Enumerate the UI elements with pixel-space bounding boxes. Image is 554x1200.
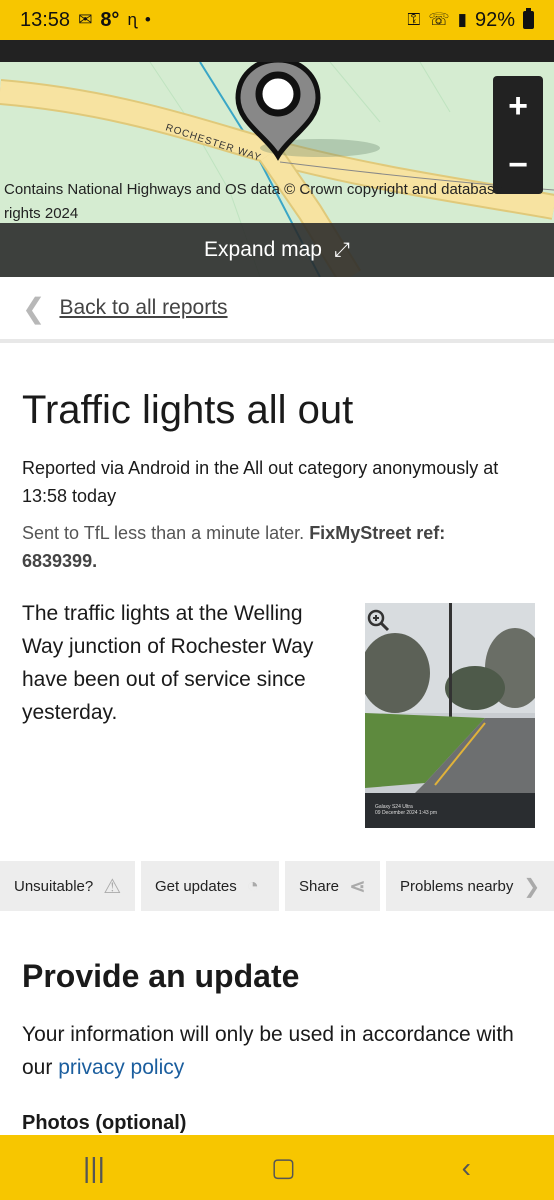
signal-icon: ▮ — [457, 10, 467, 29]
report-title: Traffic lights all out — [22, 388, 354, 432]
photos-label: Photos (optional) — [22, 1112, 187, 1134]
recents-icon[interactable]: ||| — [83, 1152, 105, 1184]
mail-icon: ✉ — [78, 10, 93, 29]
system-nav-bar: ||| ▢ ‹ — [0, 1135, 554, 1200]
site-header-strip — [0, 40, 554, 62]
report-photo[interactable]: Galaxy S24 Ultra 09 December 2024 1:43 p… — [365, 603, 535, 828]
back-icon[interactable]: ‹ — [462, 1152, 471, 1184]
share-button[interactable]: Share ⋖ — [285, 861, 380, 911]
get-updates-button[interactable]: Get updates ◔ — [141, 861, 279, 911]
map-pin-icon — [235, 62, 321, 161]
warning-icon: ⚠ — [103, 875, 122, 898]
key-icon: ⚿ — [407, 10, 421, 29]
map-attribution: Contains National Highways and OS data ©… — [4, 181, 503, 222]
photo-caption: Galaxy S24 Ultra 09 December 2024 1:43 p… — [375, 804, 437, 816]
share-icon: ⋖ — [349, 875, 366, 898]
report-actions: Unsuitable? ⚠ Get updates ◔ Share ⋖ Prob… — [0, 861, 554, 911]
privacy-policy-link[interactable]: privacy policy — [58, 1056, 184, 1079]
map[interactable]: ROCHESTER WAY + − Contains National High… — [0, 62, 554, 277]
report-sent-info: Sent to TfL less than a minute later. Fi… — [22, 519, 492, 575]
get-updates-label: Get updates — [155, 877, 237, 895]
chevron-left-icon: ❮ — [22, 292, 46, 324]
battery-icon — [523, 8, 534, 29]
expand-map-button[interactable]: Expand map ⤢ — [0, 223, 554, 277]
expand-icon: ⤢ — [333, 238, 350, 261]
rss-icon: ◔ — [246, 874, 259, 897]
zoom-controls: + − — [493, 76, 543, 194]
share-label: Share — [299, 877, 340, 895]
photo-image — [365, 603, 535, 828]
problems-nearby-label: Problems nearby — [400, 877, 514, 895]
chevron-right-icon: ❯ — [523, 875, 541, 898]
dot-icon: • — [144, 10, 151, 29]
problems-nearby-button[interactable]: Problems nearby ❯ — [386, 861, 554, 911]
status-time: 13:58 — [20, 8, 71, 31]
expand-map-label: Expand map — [204, 238, 322, 261]
wifi-call-icon: ☏ — [428, 10, 450, 29]
status-temp: 8° — [100, 8, 120, 31]
back-nav: ❮ Back to all reports — [0, 277, 554, 343]
sent-prefix: Sent to TfL less than a minute later. — [22, 523, 305, 543]
report-description: The traffic lights at the Welling Way ju… — [22, 602, 314, 724]
unsuitable-label: Unsuitable? — [14, 877, 94, 895]
photo-caption-line2: 09 December 2024 1:43 pm — [375, 810, 437, 816]
unsuitable-button[interactable]: Unsuitable? ⚠ — [0, 861, 135, 911]
weather-icon: ɳ — [127, 10, 137, 29]
home-icon[interactable]: ▢ — [271, 1152, 296, 1183]
privacy-info: Your information will only be used in ac… — [22, 1018, 542, 1084]
zoom-icon[interactable] — [365, 607, 391, 633]
battery-percent: 92% — [474, 8, 515, 31]
back-to-reports-link[interactable]: Back to all reports — [59, 296, 227, 320]
status-bar: 13:58 ✉ 8° ɳ • ⚿ ☏ ▮ 92% — [0, 0, 554, 40]
zoom-in-button[interactable]: + — [493, 79, 543, 133]
update-heading: Provide an update — [22, 958, 300, 994]
report-meta: Reported via Android in the All out cate… — [22, 458, 499, 506]
